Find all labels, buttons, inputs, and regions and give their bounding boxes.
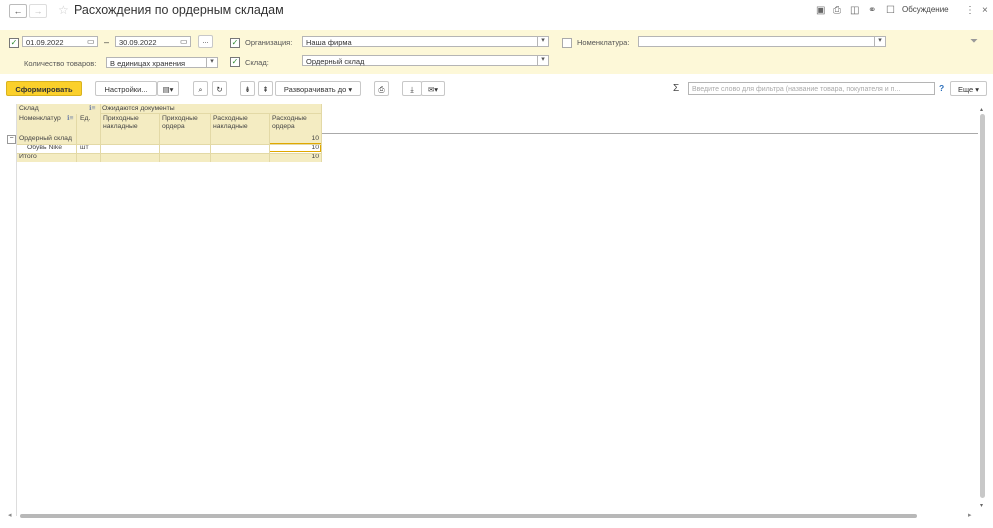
total-row-name: Итого bbox=[19, 153, 37, 160]
chevron-down-icon[interactable]: ▾ bbox=[537, 55, 548, 66]
period-checkbox[interactable]: ✓ bbox=[9, 38, 19, 48]
filter-icon[interactable]: ⏷ bbox=[970, 36, 978, 47]
sort-icon[interactable]: ℹ≡ bbox=[67, 115, 74, 123]
quantity-units-select[interactable]: В единицах хранения bbox=[106, 57, 218, 68]
incoming-orders-header: Приходные ордера bbox=[162, 115, 198, 130]
title-bar: ← → ☆ Расхождения по ордерным складам ▣ … bbox=[0, 0, 993, 22]
grid-line bbox=[17, 144, 321, 145]
nomenclature-label: Номенклатура: bbox=[577, 38, 630, 47]
download-icon[interactable]: ⤓ bbox=[402, 81, 422, 96]
warehouse-checkbox[interactable]: ✓ bbox=[230, 57, 240, 67]
scroll-left-icon[interactable]: ◂ bbox=[8, 511, 12, 519]
quantity-units-value: В единицах хранения bbox=[110, 59, 186, 68]
outgoing-invoices-header: Расходные накладные bbox=[213, 115, 248, 130]
expand-groups-icon[interactable]: ⇟ bbox=[240, 81, 255, 96]
scroll-down-icon[interactable]: ▾ bbox=[980, 502, 983, 509]
unit-column-header: Ед. bbox=[80, 115, 91, 122]
nomenclature-checkbox[interactable] bbox=[562, 38, 572, 48]
horizontal-scroll-thumb[interactable] bbox=[20, 514, 917, 518]
organization-value: Наша фирма bbox=[306, 38, 352, 47]
warehouse-label: Склад: bbox=[245, 58, 269, 67]
save-icon[interactable]: ▣ bbox=[816, 5, 825, 16]
nomenclature-column-header: Номенклатур bbox=[19, 115, 61, 122]
nomenclature-field[interactable] bbox=[638, 36, 886, 47]
date-to-value: 30.09.2022 bbox=[119, 38, 157, 47]
horizontal-scrollbar[interactable]: ◂ ▸ bbox=[8, 511, 975, 520]
sum-icon[interactable]: Σ bbox=[673, 83, 679, 94]
warehouse-value: Ордерный склад bbox=[306, 57, 365, 66]
settings-button[interactable]: Настройки... bbox=[95, 81, 157, 96]
chevron-down-icon[interactable]: ▾ bbox=[537, 36, 548, 47]
incoming-invoices-header: Приходные накладные bbox=[103, 115, 139, 130]
more-label: Еще bbox=[957, 85, 974, 94]
info-icon[interactable]: ℹ≡ bbox=[89, 105, 96, 113]
report-grid: Склад ℹ≡ Ожидаются документы Номенклатур… bbox=[7, 104, 978, 516]
back-arrow-icon[interactable]: ← bbox=[9, 4, 27, 18]
grid-line bbox=[269, 114, 270, 162]
group-row-outgoing-orders: 10 bbox=[311, 135, 319, 142]
header-divider bbox=[321, 133, 978, 134]
calendar-icon[interactable]: ▭ bbox=[87, 37, 95, 46]
calendar-icon[interactable]: ▭ bbox=[180, 37, 188, 46]
preview-icon[interactable]: ◫ bbox=[850, 5, 859, 16]
item-row-unit: шт bbox=[80, 144, 89, 151]
more-menu-icon[interactable]: ⋮ bbox=[965, 5, 975, 16]
organization-checkbox[interactable]: ✓ bbox=[230, 38, 240, 48]
collapse-groups-icon[interactable]: ⇞ bbox=[258, 81, 273, 96]
group-row-name: Ордерный склад bbox=[19, 135, 72, 142]
vertical-scrollbar[interactable]: ▴ ▾ bbox=[978, 104, 988, 516]
item-row-name: Обувь Nike bbox=[27, 144, 63, 151]
total-row-outgoing-orders: 10 bbox=[311, 153, 319, 160]
scroll-up-icon[interactable]: ▴ bbox=[980, 106, 983, 113]
outgoing-orders-header: Расходные ордера bbox=[272, 115, 307, 130]
email-icon[interactable]: ✉▾ bbox=[421, 81, 445, 96]
chevron-down-icon[interactable]: ▾ bbox=[874, 36, 885, 47]
generate-button[interactable]: Сформировать bbox=[6, 81, 82, 96]
date-from-value: 01.09.2022 bbox=[26, 38, 64, 47]
link-icon[interactable]: ⚭ bbox=[868, 5, 876, 16]
date-separator: – bbox=[104, 37, 110, 47]
more-button[interactable]: Еще ▾ bbox=[950, 81, 987, 96]
grid-line bbox=[321, 104, 322, 162]
page-title: Расхождения по ордерным складам bbox=[74, 3, 284, 17]
chevron-down-icon[interactable]: ▾ bbox=[206, 57, 217, 68]
help-icon[interactable]: ? bbox=[939, 83, 944, 93]
search-icon[interactable]: ⌕ bbox=[193, 81, 208, 96]
total-row bbox=[17, 153, 321, 162]
print-icon[interactable]: ⎙ bbox=[374, 81, 389, 96]
favorite-star-icon[interactable]: ☆ bbox=[58, 3, 69, 17]
discussion-icon[interactable]: ☐ bbox=[886, 5, 895, 16]
warehouse-field[interactable]: Ордерный склад bbox=[302, 55, 549, 66]
organization-label: Организация: bbox=[245, 38, 293, 47]
print-icon[interactable]: ⎙ bbox=[833, 5, 841, 16]
scroll-right-icon[interactable]: ▸ bbox=[968, 511, 972, 519]
grid-line bbox=[210, 114, 211, 162]
collapse-group-icon[interactable]: − bbox=[7, 135, 16, 144]
expand-to-label: Разворачивать до bbox=[283, 85, 347, 94]
filter-panel: ✓ 01.09.2022 ▭ – 30.09.2022 ▭ ... ✓ Орга… bbox=[0, 30, 993, 74]
report-toolbar: Сформировать Настройки... ▤▾ ⌕ ↻ ⇟ ⇞ Раз… bbox=[0, 78, 993, 98]
grid-line bbox=[159, 114, 160, 162]
forward-arrow-icon[interactable]: → bbox=[29, 4, 47, 18]
clear-search-icon[interactable]: ↻ bbox=[212, 81, 227, 96]
grid-line bbox=[100, 113, 321, 114]
warehouse-column-header: Склад bbox=[19, 105, 39, 112]
grid-line bbox=[76, 114, 77, 162]
variant-dropdown-icon[interactable]: ▤▾ bbox=[157, 81, 179, 96]
filter-search-placeholder: Введите слово для фильтра (название това… bbox=[692, 86, 901, 93]
grid-line bbox=[17, 153, 321, 154]
quantity-label: Количество товаров: bbox=[24, 59, 97, 68]
period-select-button[interactable]: ... bbox=[198, 35, 213, 48]
expected-documents-header: Ожидаются документы bbox=[102, 105, 175, 112]
discussion-button[interactable]: Обсуждение bbox=[902, 5, 949, 14]
vertical-scroll-thumb[interactable] bbox=[980, 114, 985, 498]
item-row-outgoing-orders: 10 bbox=[311, 144, 319, 151]
organization-field[interactable]: Наша фирма bbox=[302, 36, 549, 47]
close-icon[interactable]: × bbox=[982, 5, 988, 16]
filter-search-input[interactable]: Введите слово для фильтра (название това… bbox=[688, 82, 935, 95]
expand-to-dropdown[interactable]: Разворачивать до ▾ bbox=[275, 81, 361, 96]
